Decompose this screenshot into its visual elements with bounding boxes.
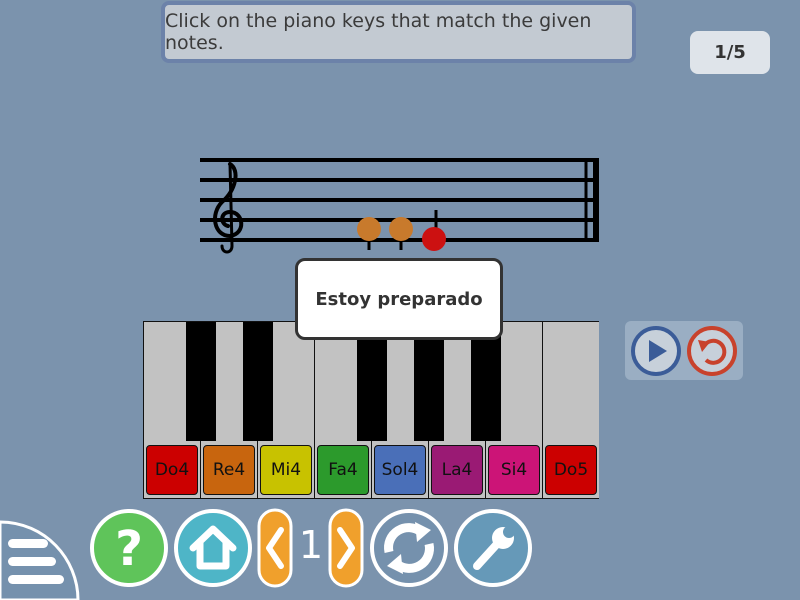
settings-button[interactable] — [453, 508, 533, 588]
staff-note-2 — [389, 217, 413, 250]
ready-button-label: Estoy preparado — [315, 288, 483, 310]
key-label: Sol4 — [374, 445, 426, 495]
key-label: Si4 — [488, 445, 540, 495]
level-number: 1 — [298, 523, 324, 567]
key-label: Re4 — [203, 445, 255, 495]
piano-key-do5[interactable]: Do5 — [543, 322, 599, 498]
piano-black-key-res4[interactable] — [243, 322, 273, 441]
key-label: Do5 — [545, 445, 597, 495]
playback-controls — [625, 321, 743, 380]
play-icon[interactable] — [630, 326, 682, 376]
key-label: Mi4 — [260, 445, 312, 495]
next-level-button[interactable] — [328, 508, 364, 588]
ready-button[interactable]: Estoy preparado — [295, 258, 503, 340]
key-label: Do4 — [146, 445, 198, 495]
key-label: Fa4 — [317, 445, 369, 495]
key-label: La4 — [431, 445, 483, 495]
staff-note-3 — [422, 210, 446, 251]
menu-icon[interactable] — [0, 519, 80, 600]
home-button[interactable] — [173, 508, 253, 588]
undo-icon[interactable] — [686, 326, 738, 376]
previous-level-button[interactable] — [257, 508, 293, 588]
help-label: ? — [115, 521, 143, 577]
staff-note-1 — [357, 217, 381, 250]
reload-button[interactable] — [369, 508, 449, 588]
piano-black-key-dos4[interactable] — [186, 322, 216, 441]
help-button[interactable]: ? — [89, 508, 169, 588]
piano-keyboard: Do4 Re4 Mi4 Fa4 Sol4 La4 Si4 Do5 — [143, 321, 599, 499]
